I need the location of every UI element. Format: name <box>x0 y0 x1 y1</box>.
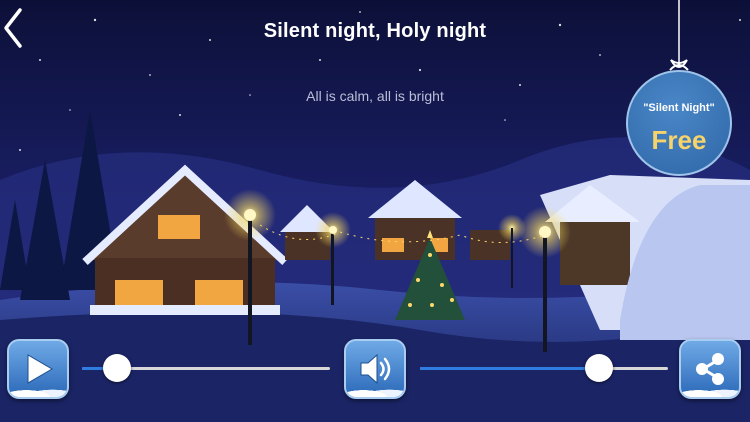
share-button[interactable] <box>679 339 741 399</box>
song-ornament-badge[interactable]: "Silent Night" Free <box>626 0 732 180</box>
ornament-song-title: "Silent Night" <box>643 102 715 114</box>
ornament-hanger-icon <box>669 0 689 71</box>
progress-slider-thumb[interactable] <box>102 354 131 382</box>
volume-slider-fill <box>420 367 599 370</box>
button-snow-decoration <box>9 385 67 397</box>
ornament-price-label: Free <box>651 125 707 155</box>
ornament-ball: "Silent Night" Free <box>626 70 732 176</box>
volume-button[interactable] <box>344 339 406 399</box>
volume-slider-thumb[interactable] <box>584 354 613 382</box>
volume-slider-track[interactable] <box>420 367 668 370</box>
button-snow-decoration <box>346 385 404 397</box>
button-snow-decoration <box>681 385 739 397</box>
play-button[interactable] <box>7 339 69 399</box>
